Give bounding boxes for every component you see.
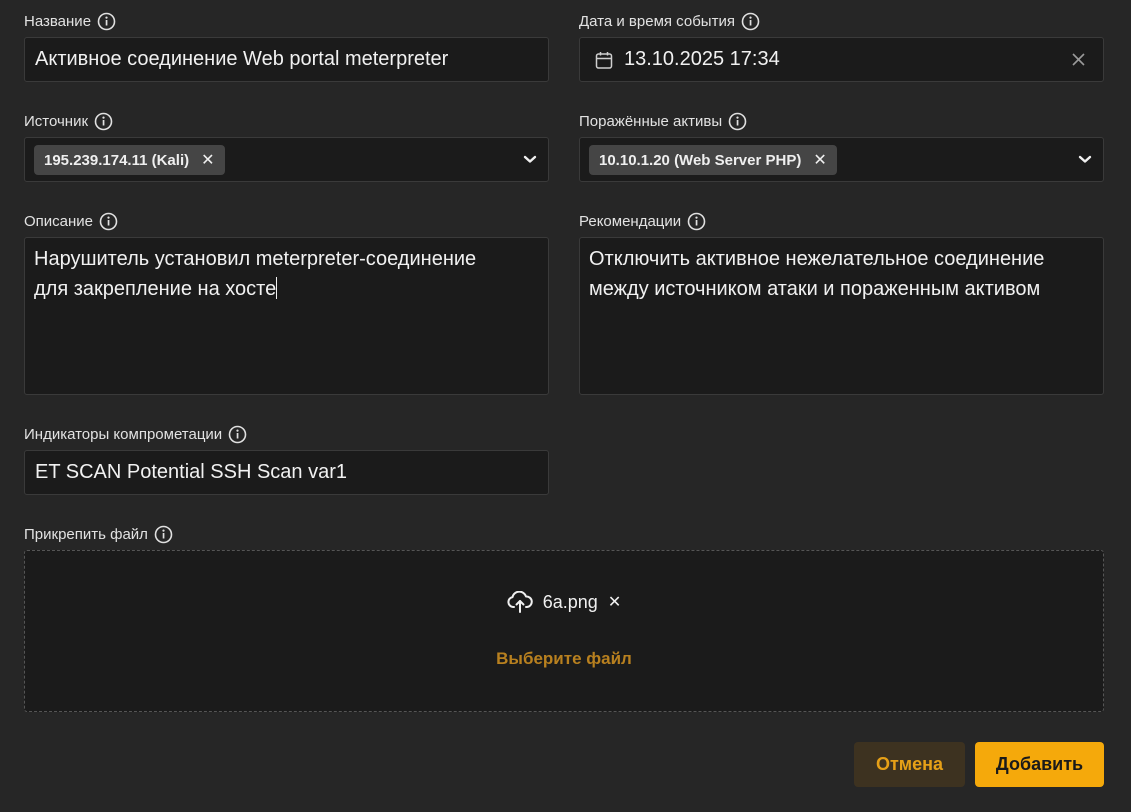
name-input-value: Активное соединение Web portal meterpret… — [35, 48, 449, 70]
datetime-label-row: Дата и время события — [579, 10, 760, 32]
info-icon[interactable] — [228, 425, 247, 444]
remove-tag-icon[interactable]: ✕ — [201, 150, 214, 170]
clear-icon[interactable] — [1072, 53, 1085, 71]
remove-tag-icon[interactable]: ✕ — [813, 150, 826, 170]
source-tag: 195.239.174.11 (Kali) ✕ — [34, 145, 225, 175]
source-label: Источник — [24, 112, 89, 130]
asset-tag: 10.10.1.20 (Web Server PHP) ✕ — [589, 145, 837, 175]
source-tag-label: 195.239.174.11 (Kali) — [44, 151, 190, 169]
ioc-label-row: Индикаторы компрометации — [24, 423, 247, 445]
source-label-row: Источник — [24, 110, 113, 132]
info-icon[interactable] — [687, 212, 706, 231]
ioc-input[interactable]: ET SCAN Potential SSH Scan var1 — [24, 450, 549, 495]
description-text: Нарушитель установил meterpreter-соедине… — [34, 244, 538, 304]
info-icon[interactable] — [97, 12, 116, 31]
name-input[interactable]: Активное соединение Web portal meterpret… — [24, 37, 549, 82]
description-textarea[interactable]: Нарушитель установил meterpreter-соедине… — [24, 237, 549, 395]
assets-label-row: Поражённые активы — [579, 110, 747, 132]
recommendations-label: Рекомендации — [579, 212, 682, 230]
ioc-label: Индикаторы компрометации — [24, 425, 223, 443]
recommendations-textarea[interactable]: Отключить активное нежелательное соедине… — [579, 237, 1104, 395]
datetime-value: 13.10.2025 17:34 — [624, 48, 780, 70]
info-icon[interactable] — [94, 112, 113, 131]
recommendations-line: между источником атаки и пораженным акти… — [589, 278, 1041, 300]
file-name: 6a.png — [542, 591, 598, 612]
name-label-row: Название — [24, 10, 116, 32]
datetime-field: Дата и время события — [579, 10, 760, 32]
name-field: Название — [24, 10, 116, 32]
attach-label: Прикрепить файл — [24, 525, 148, 543]
calendar-icon[interactable] — [595, 51, 613, 75]
info-icon[interactable] — [154, 525, 173, 544]
asset-tag-label: 10.10.1.20 (Web Server PHP) — [599, 151, 802, 169]
source-field: Источник — [24, 110, 113, 132]
description-line: Нарушитель установил meterpreter-соедине… — [34, 248, 477, 270]
description-line-last: для закрепление на хосте — [34, 274, 538, 304]
recommendations-text: Отключить активное нежелательное соедине… — [589, 244, 1093, 304]
assets-label: Поражённые активы — [579, 112, 723, 130]
source-select[interactable]: 195.239.174.11 (Kali) ✕ — [24, 137, 549, 182]
recommendations-field: Рекомендации — [579, 210, 706, 232]
remove-file-icon[interactable]: ✕ — [608, 592, 621, 612]
recommendations-line: Отключить активное нежелательное соедине… — [589, 248, 1045, 270]
attach-label-row: Прикрепить файл — [24, 523, 173, 545]
name-label: Название — [24, 12, 92, 30]
info-icon[interactable] — [728, 112, 747, 131]
assets-select[interactable]: 10.10.1.20 (Web Server PHP) ✕ — [579, 137, 1104, 182]
ioc-input-value: ET SCAN Potential SSH Scan var1 — [35, 461, 347, 483]
text-caret — [276, 277, 278, 299]
attach-field: Прикрепить файл — [24, 523, 173, 545]
attached-file: 6a.png ✕ — [25, 591, 1103, 613]
add-button[interactable]: Добавить — [975, 742, 1104, 787]
info-icon[interactable] — [741, 12, 760, 31]
description-label: Описание — [24, 212, 94, 230]
assets-field: Поражённые активы — [579, 110, 747, 132]
chevron-down-icon[interactable] — [1077, 151, 1093, 167]
recommendations-label-row: Рекомендации — [579, 210, 706, 232]
datetime-label: Дата и время события — [579, 12, 735, 30]
choose-file-link[interactable]: Выберите файл — [25, 649, 1103, 669]
datetime-input[interactable]: 13.10.2025 17:34 — [579, 37, 1104, 82]
ioc-field: Индикаторы компрометации — [24, 423, 247, 445]
chevron-down-icon[interactable] — [522, 151, 538, 167]
description-field: Описание — [24, 210, 118, 232]
description-label-row: Описание — [24, 210, 118, 232]
cancel-button[interactable]: Отмена — [854, 742, 965, 787]
cloud-upload-icon — [507, 591, 533, 613]
file-dropzone[interactable]: 6a.png ✕ Выберите файл — [24, 550, 1104, 712]
description-line: для закрепление на хосте — [34, 278, 277, 300]
info-icon[interactable] — [99, 212, 118, 231]
